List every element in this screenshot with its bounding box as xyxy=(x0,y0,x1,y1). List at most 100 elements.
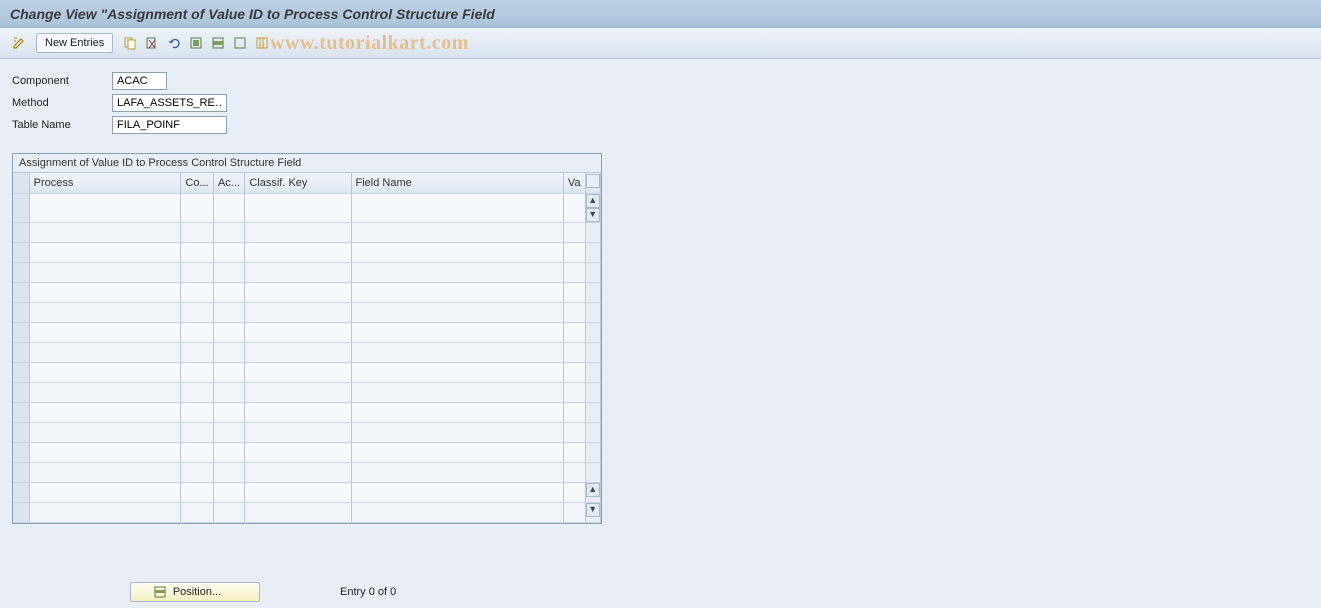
cell[interactable] xyxy=(351,502,563,522)
table-row[interactable] xyxy=(13,342,601,362)
cell[interactable] xyxy=(29,502,181,522)
row-selector[interactable] xyxy=(13,362,29,382)
cell[interactable] xyxy=(29,242,181,262)
cell[interactable] xyxy=(181,342,214,362)
position-button[interactable]: Position... xyxy=(130,582,260,602)
cell[interactable] xyxy=(181,502,214,522)
cell[interactable] xyxy=(563,482,585,502)
cell[interactable] xyxy=(29,282,181,302)
row-selector[interactable] xyxy=(13,342,29,362)
row-selector[interactable] xyxy=(13,402,29,422)
scroll-up-bottom-button[interactable]: ▲ xyxy=(586,483,600,497)
cell[interactable] xyxy=(213,342,244,362)
scroll-down-top-button[interactable]: ▼ xyxy=(586,208,600,222)
method-field[interactable] xyxy=(112,94,227,112)
cell[interactable] xyxy=(213,502,244,522)
cell[interactable] xyxy=(245,282,351,302)
cell[interactable] xyxy=(213,222,244,242)
cell[interactable] xyxy=(351,222,563,242)
cell[interactable] xyxy=(245,462,351,482)
row-selector[interactable] xyxy=(13,462,29,482)
column-header-va[interactable]: Va xyxy=(563,173,585,193)
table-row[interactable]: ▼ xyxy=(13,502,601,522)
row-selector[interactable] xyxy=(13,262,29,282)
cell[interactable] xyxy=(213,193,244,222)
cell[interactable] xyxy=(245,502,351,522)
cell[interactable] xyxy=(213,262,244,282)
cell[interactable] xyxy=(563,342,585,362)
cell[interactable] xyxy=(29,342,181,362)
row-selector[interactable] xyxy=(13,482,29,502)
cell[interactable] xyxy=(181,462,214,482)
cell[interactable] xyxy=(213,462,244,482)
toggle-edit-icon[interactable] xyxy=(10,34,28,52)
new-entries-button[interactable]: New Entries xyxy=(36,33,113,53)
cell[interactable] xyxy=(181,402,214,422)
cell[interactable] xyxy=(213,482,244,502)
row-selector[interactable] xyxy=(13,242,29,262)
row-selector[interactable] xyxy=(13,222,29,242)
table-name-field[interactable] xyxy=(112,116,227,134)
table-row[interactable] xyxy=(13,402,601,422)
cell[interactable] xyxy=(245,322,351,342)
cell[interactable] xyxy=(351,193,563,222)
table-row[interactable] xyxy=(13,262,601,282)
cell[interactable] xyxy=(245,362,351,382)
cell[interactable] xyxy=(213,302,244,322)
cell[interactable] xyxy=(563,302,585,322)
table-row[interactable] xyxy=(13,442,601,462)
cell[interactable] xyxy=(213,282,244,302)
cell[interactable] xyxy=(29,362,181,382)
cell[interactable] xyxy=(181,322,214,342)
column-config-icon[interactable] xyxy=(253,34,271,52)
table-row[interactable] xyxy=(13,422,601,442)
cell[interactable] xyxy=(563,282,585,302)
row-selector[interactable] xyxy=(13,193,29,222)
table-row[interactable]: ▲ xyxy=(13,482,601,502)
cell[interactable] xyxy=(181,193,214,222)
cell[interactable] xyxy=(213,242,244,262)
select-block-icon[interactable] xyxy=(209,34,227,52)
cell[interactable] xyxy=(351,482,563,502)
column-selector-button[interactable] xyxy=(586,174,600,188)
cell[interactable] xyxy=(181,442,214,462)
cell[interactable] xyxy=(181,422,214,442)
cell[interactable] xyxy=(563,502,585,522)
cell[interactable] xyxy=(245,222,351,242)
row-selector[interactable] xyxy=(13,442,29,462)
cell[interactable] xyxy=(351,402,563,422)
deselect-all-icon[interactable] xyxy=(231,34,249,52)
cell[interactable] xyxy=(351,302,563,322)
cell[interactable] xyxy=(181,482,214,502)
cell[interactable] xyxy=(351,282,563,302)
cell[interactable] xyxy=(29,402,181,422)
table-row[interactable] xyxy=(13,242,601,262)
cell[interactable] xyxy=(351,322,563,342)
table-row[interactable] xyxy=(13,282,601,302)
cell[interactable] xyxy=(181,222,214,242)
cell[interactable] xyxy=(563,193,585,222)
cell[interactable] xyxy=(245,442,351,462)
cell[interactable] xyxy=(245,422,351,442)
cell[interactable] xyxy=(563,442,585,462)
column-header-classif[interactable]: Classif. Key xyxy=(245,173,351,193)
select-all-icon[interactable] xyxy=(187,34,205,52)
scroll-up-button[interactable]: ▲ xyxy=(586,194,600,208)
cell[interactable] xyxy=(245,482,351,502)
column-header-co[interactable]: Co... xyxy=(181,173,214,193)
cell[interactable] xyxy=(245,262,351,282)
row-selector[interactable] xyxy=(13,422,29,442)
cell[interactable] xyxy=(29,462,181,482)
cell[interactable] xyxy=(29,302,181,322)
cell[interactable] xyxy=(29,193,181,222)
row-selector[interactable] xyxy=(13,382,29,402)
row-selector[interactable] xyxy=(13,302,29,322)
cell[interactable] xyxy=(351,422,563,442)
cell[interactable] xyxy=(563,382,585,402)
table-row[interactable] xyxy=(13,222,601,242)
table-row[interactable] xyxy=(13,382,601,402)
cell[interactable] xyxy=(29,482,181,502)
cell[interactable] xyxy=(563,362,585,382)
cell[interactable] xyxy=(29,262,181,282)
cell[interactable] xyxy=(563,322,585,342)
